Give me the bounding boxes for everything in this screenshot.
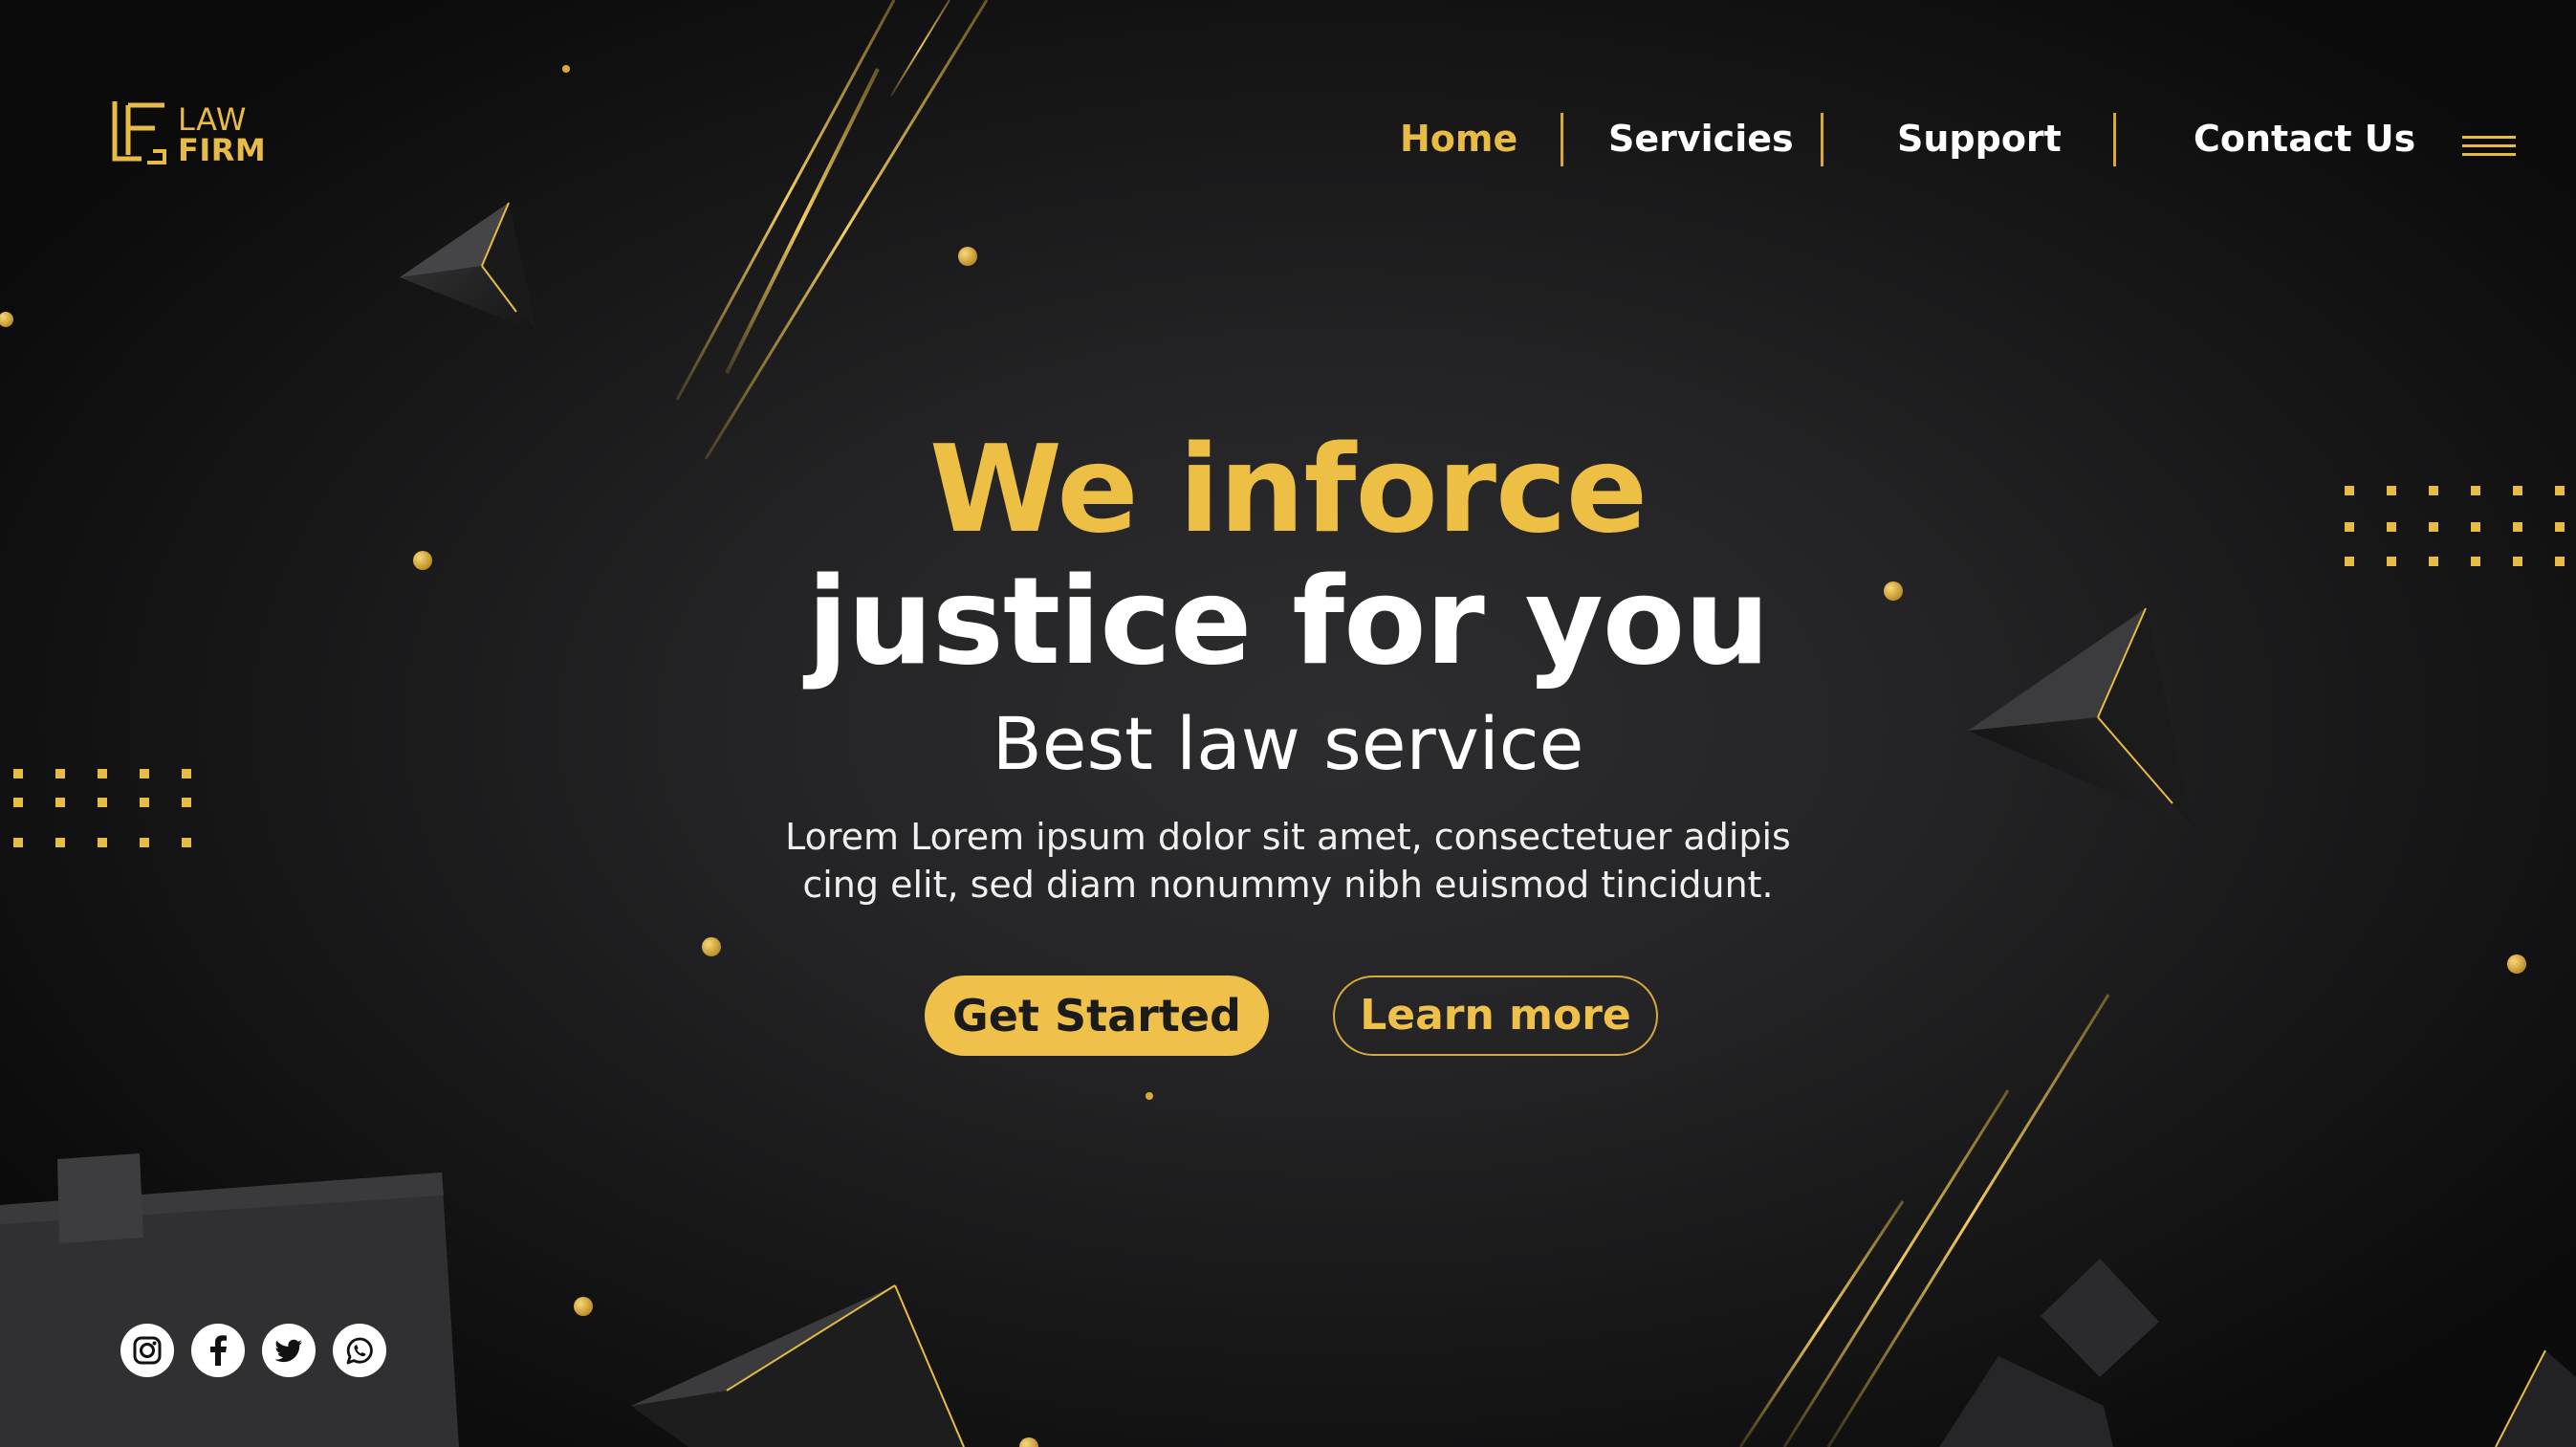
- nav-home[interactable]: Home: [1400, 117, 1517, 161]
- nav-divider: [2113, 113, 2116, 166]
- twitter-icon[interactable]: [262, 1324, 316, 1377]
- gold-lines-top: [675, 0, 989, 460]
- panel-bottom-left: [0, 1153, 459, 1447]
- get-started-button[interactable]: Get Started: [925, 976, 1269, 1056]
- social-links: [120, 1324, 398, 1377]
- nav-divider: [1561, 113, 1563, 166]
- instagram-icon[interactable]: [120, 1324, 174, 1377]
- hamburger-icon[interactable]: [2462, 134, 2516, 159]
- hero-subheadline: Best law service: [992, 701, 1584, 786]
- brand-line1: LAW: [178, 101, 247, 138]
- brand-line2: FIRM: [178, 132, 267, 168]
- hero-headline-line2: justice for you: [806, 551, 1770, 691]
- hero-headline-line1: We inforce: [928, 419, 1648, 559]
- brand-logo[interactable]: LAW FIRM: [109, 99, 272, 168]
- nav-support[interactable]: Support: [1897, 117, 2062, 161]
- pyramid-bottom: [631, 1284, 966, 1447]
- pyramid-top-left: [400, 202, 537, 333]
- nav-services[interactable]: Servicies: [1608, 117, 1794, 161]
- pyramid-bottom-right: [2495, 1349, 2576, 1447]
- whatsapp-icon[interactable]: [333, 1324, 386, 1377]
- main-nav: Home Servicies Support Contact Us: [1358, 99, 2534, 184]
- nav-contact-us[interactable]: Contact Us: [2194, 117, 2415, 161]
- hero-body-line1: Lorem Lorem ipsum dolor sit amet, consec…: [785, 816, 1791, 858]
- gold-lines-bottom: [1738, 994, 2110, 1447]
- facebook-icon[interactable]: [191, 1324, 245, 1377]
- nav-divider: [1821, 113, 1823, 166]
- cubes-bottom-right: [1939, 1259, 2159, 1447]
- hero-body-line2: cing elit, sed diam nonummy nibh euismod…: [802, 864, 1774, 906]
- lf-monogram-icon: [112, 101, 166, 164]
- learn-more-button[interactable]: Learn more: [1333, 976, 1658, 1056]
